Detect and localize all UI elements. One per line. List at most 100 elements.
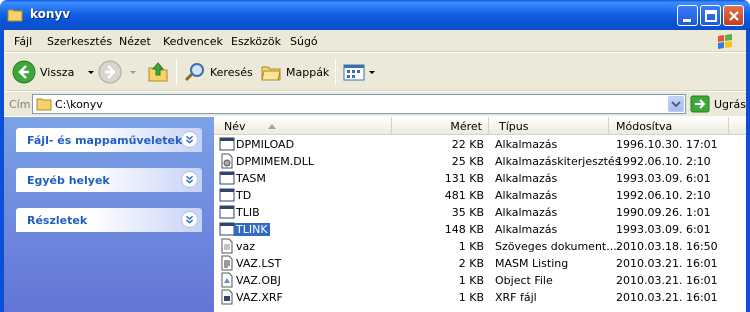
back-label: Vissza [40,65,75,79]
application-icon [219,170,235,186]
file-size: 25 KB [451,155,484,168]
back-button[interactable]: Vissza [12,59,95,85]
file-modified: 1990.09.26. 1:01 [616,206,711,219]
file-type: Alkalmazás [495,189,558,202]
file-type: Alkalmazás [495,223,558,236]
menu-tools[interactable]: Eszközök [231,35,281,48]
back-dropdown-icon[interactable] [88,70,95,74]
file-list[interactable]: Név Méret Típus Módosítva DPMILOAD 22 KB A… [214,117,746,312]
address-label: Cím [9,98,31,111]
views-dropdown-icon[interactable] [369,70,375,74]
menu-edit[interactable]: Szerkesztés [47,35,112,48]
go-button[interactable]: Ugrás [690,94,746,114]
column-header-name[interactable]: Név [214,117,392,135]
file-type: Alkalmazás [495,172,558,185]
close-button[interactable] [723,5,744,26]
go-arrow-icon [690,95,710,113]
folders-button[interactable]: Mappák [260,59,329,85]
go-label: Ugrás [714,97,747,111]
file-name: vaz [236,240,256,253]
expand-chevron-icon[interactable] [181,211,198,228]
xrf-file-icon [219,289,235,305]
forward-dropdown-icon[interactable] [130,70,136,74]
table-row[interactable]: TD 481 KB Alkalmazás 1992.06.10. 2:10 [214,187,746,204]
file-type: MASM Listing [495,257,569,270]
file-size: 1 KB [458,291,484,304]
table-row[interactable]: VAZ.OBJ 1 KB Object File 2010.03.21. 16:01 [214,272,746,289]
menu-bar: Fájl Szerkesztés Nézet Kedvencek Eszközö… [4,30,746,52]
listing-file-icon [219,255,235,271]
table-row[interactable]: DPMIMEM.DLL 25 KB Alkalmazáskiterjesztés 19… [214,153,746,170]
file-modified: 1992.06.10. 2:10 [616,189,711,202]
file-size: 2 KB [458,257,484,270]
menu-help[interactable]: Súgó [290,35,318,48]
forward-arrow-icon [98,60,122,84]
address-input[interactable]: C:\konyv [32,94,686,114]
task-panel-file-folder[interactable]: Fájl- és mappaműveletek [16,128,202,152]
column-header-type[interactable]: Típus [489,117,609,135]
file-modified: 2010.03.18. 16:50 [616,240,718,253]
close-icon [729,11,739,21]
file-name: TD [236,189,252,202]
table-row[interactable]: TLIB 35 KB Alkalmazás 1990.09.26. 1:01 [214,204,746,221]
task-panel-title: Fájl- és mappaműveletek [27,134,183,147]
window-title: konyv [30,7,71,21]
up-button[interactable] [147,59,169,85]
expand-chevron-icon[interactable] [181,171,198,188]
address-dropdown-button[interactable] [668,96,684,112]
file-size: 148 KB [444,223,484,236]
folder-icon [7,9,23,22]
views-button[interactable] [342,59,375,85]
table-row[interactable]: TLINK 148 KB Alkalmazás 1993.03.09. 6:01 [214,221,746,238]
file-size: 131 KB [444,172,484,185]
application-icon [219,221,235,237]
column-header-size[interactable]: Méret [392,117,489,135]
toolbar: Vissza Keresés Mappák [4,53,746,91]
file-modified: 2010.03.21. 16:01 [616,257,718,270]
maximize-icon [705,10,717,22]
table-row[interactable]: VAZ.LST 2 KB MASM Listing 2010.03.21. 16:01 [214,255,746,272]
search-icon [184,63,204,82]
minimize-icon [683,19,691,22]
file-name: TLINK [234,223,270,236]
file-name: VAZ.LST [236,257,282,270]
forward-button[interactable] [98,59,136,85]
file-name: TASM [236,172,266,185]
search-button[interactable]: Keresés [184,59,253,85]
minimize-button[interactable] [677,5,698,26]
file-name: DPMIMEM.DLL [236,155,314,168]
task-panel-other-places[interactable]: Egyéb helyek [16,168,202,192]
file-name: DPMILOAD [236,138,295,151]
table-row[interactable]: TASM 131 KB Alkalmazás 1993.03.09. 6:01 [214,170,746,187]
application-icon [219,187,235,203]
text-file-icon [219,238,235,254]
task-panel-details[interactable]: Részletek [16,208,202,232]
toolbar-separator [335,59,336,85]
views-icon [343,64,365,81]
title-bar[interactable]: konyv [0,0,750,30]
file-name: TLIB [236,206,260,219]
file-type: Alkalmazás [495,138,558,151]
file-size: 481 KB [444,189,484,202]
file-size: 1 KB [458,274,484,287]
file-name: VAZ.OBJ [236,274,281,287]
menu-favorites[interactable]: Kedvencek [163,35,223,48]
menu-view[interactable]: Nézet [119,35,151,48]
table-row[interactable]: DPMILOAD 22 KB Alkalmazás 1996.10.30. 17:01 [214,136,746,153]
file-type: Object File [495,274,553,287]
window-frame-right [746,30,750,312]
menu-file[interactable]: Fájl [14,35,32,48]
table-row[interactable]: vaz 1 KB Szöveges dokument... 2010.03.18. 1… [214,238,746,255]
task-panel-title: Egyéb helyek [27,174,110,187]
column-header-modified[interactable]: Módosítva [609,117,729,135]
file-size: 1 KB [458,240,484,253]
maximize-button[interactable] [700,5,721,26]
table-row[interactable]: VAZ.XRF 1 KB XRF fájl 2010.03.21. 16:01 [214,289,746,306]
address-bar: Cím C:\konyv Ugrás [4,92,746,116]
application-icon [219,136,235,152]
back-arrow-icon [12,60,36,84]
expand-chevron-icon[interactable] [181,131,198,148]
address-value: C:\konyv [55,98,103,111]
chevron-down-icon [671,101,681,108]
object-file-icon [219,272,235,288]
